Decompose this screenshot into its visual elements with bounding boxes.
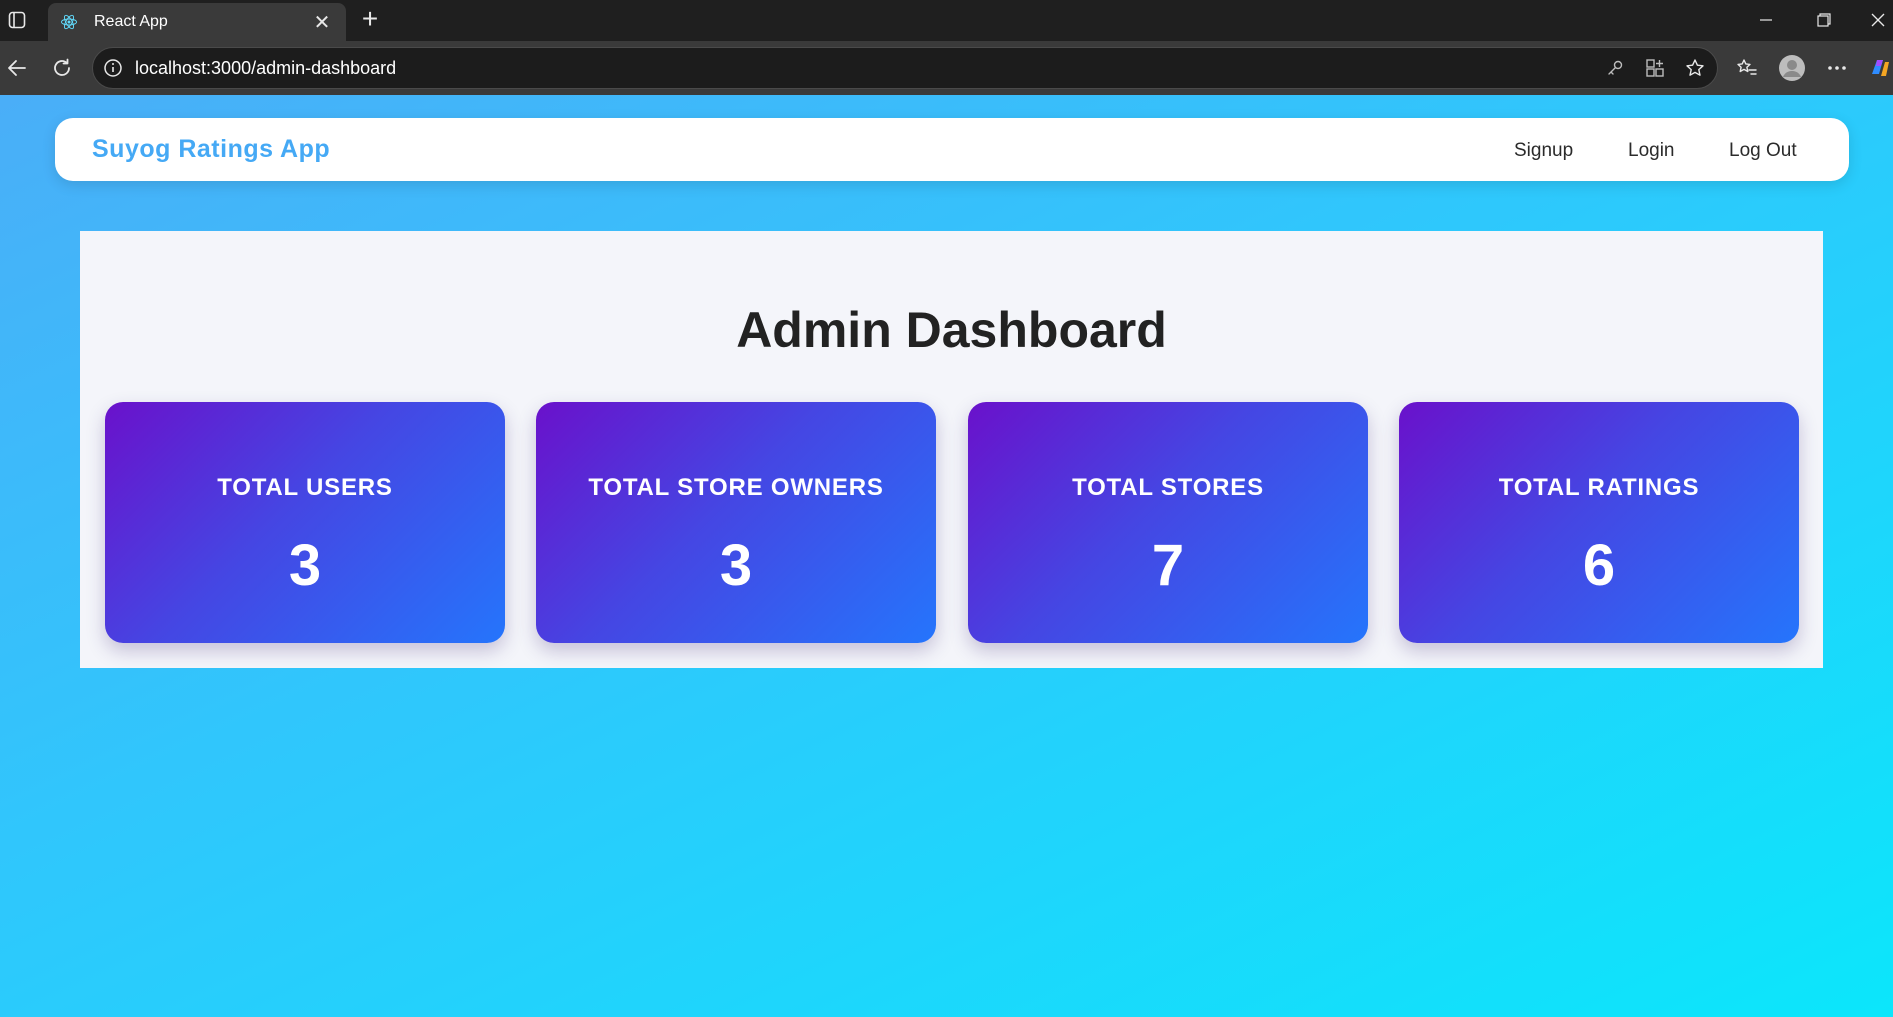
browser-tab-bar: React App ✕ + — [0, 0, 1893, 41]
page-title: Admin Dashboard — [736, 302, 1167, 358]
total-stores-card: TOTAL STORES 7 — [968, 402, 1368, 643]
dashboard-panel: Admin Dashboard TOTAL USERS 3 TOTAL STOR… — [80, 231, 1823, 668]
minimize-icon[interactable] — [1746, 8, 1786, 32]
star-icon[interactable] — [1677, 50, 1713, 86]
app-grid-icon[interactable] — [1637, 50, 1673, 86]
tab-title: React App — [94, 13, 168, 30]
card-label: TOTAL USERS — [217, 474, 393, 501]
card-label: TOTAL STORES — [1072, 474, 1264, 501]
new-tab-icon[interactable]: + — [356, 5, 384, 34]
reload-icon[interactable] — [47, 53, 77, 83]
navbar: Suyog Ratings App Signup Login Log Out — [55, 118, 1849, 181]
copilot-icon[interactable] — [1866, 53, 1893, 83]
browser-toolbar: localhost:3000/admin-dashboard — [0, 41, 1893, 95]
login-link[interactable]: Login — [1628, 140, 1675, 162]
close-icon[interactable]: ✕ — [310, 10, 334, 35]
browser-tab[interactable]: React App ✕ — [48, 3, 346, 41]
card-value: 3 — [288, 533, 322, 598]
total-users-card: TOTAL USERS 3 — [105, 402, 505, 643]
brand-logo[interactable]: Suyog Ratings App — [92, 135, 330, 164]
window-close-icon[interactable] — [1862, 8, 1893, 32]
card-label: TOTAL RATINGS — [1498, 474, 1700, 501]
logout-link[interactable]: Log Out — [1729, 140, 1797, 162]
key-icon[interactable] — [1597, 50, 1633, 86]
card-value: 6 — [1582, 533, 1616, 598]
back-icon[interactable] — [2, 53, 32, 83]
react-favicon-icon — [60, 13, 78, 31]
favorites-icon[interactable] — [1732, 53, 1762, 83]
card-value: 7 — [1151, 533, 1185, 598]
url-text[interactable]: localhost:3000/admin-dashboard — [135, 58, 1597, 79]
profile-avatar-icon[interactable] — [1777, 53, 1807, 83]
info-icon[interactable] — [103, 58, 123, 78]
card-value: 3 — [719, 533, 753, 598]
total-ratings-card: TOTAL RATINGS 6 — [1399, 402, 1799, 643]
more-icon[interactable] — [1822, 53, 1852, 83]
tab-actions-icon[interactable] — [4, 7, 30, 33]
total-store-owners-card: TOTAL STORE OWNERS 3 — [536, 402, 936, 643]
restore-icon[interactable] — [1804, 8, 1844, 32]
signup-link[interactable]: Signup — [1514, 140, 1573, 162]
card-label: TOTAL STORE OWNERS — [588, 474, 884, 501]
address-bar[interactable]: localhost:3000/admin-dashboard — [92, 47, 1718, 89]
page-background: Suyog Ratings App Signup Login Log Out A… — [0, 95, 1893, 1017]
